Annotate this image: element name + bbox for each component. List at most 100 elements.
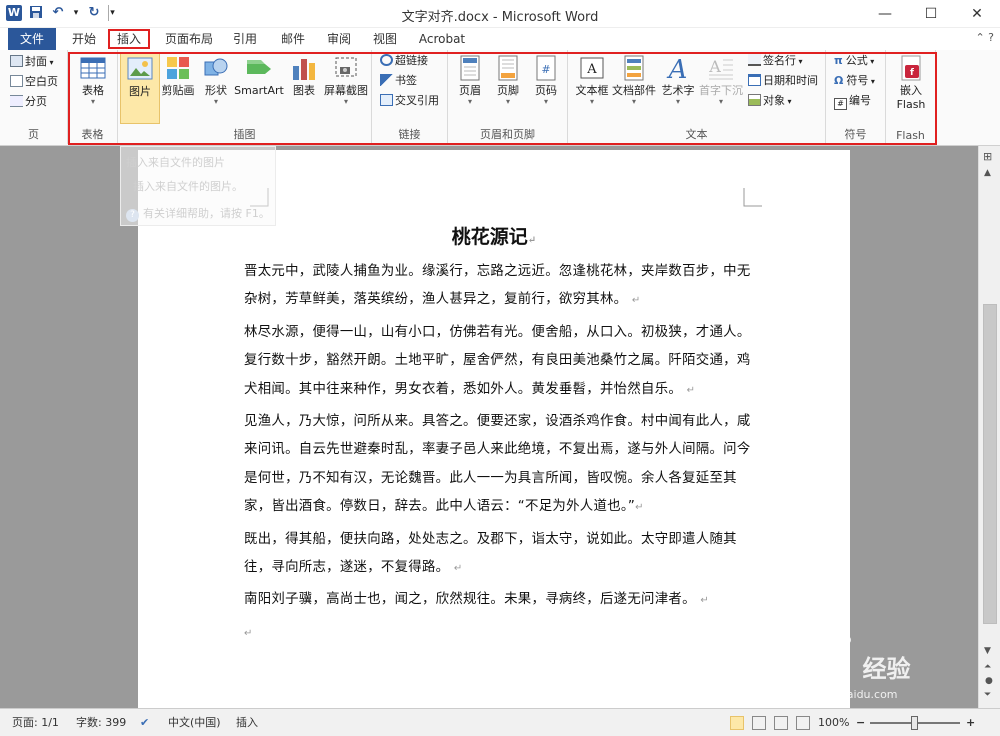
paragraph-3[interactable]: 见渔人，乃大惊，问所从来。具答之。便要还家，设酒杀鸡作食。村中闻有此人，咸来问讯… (244, 408, 754, 523)
page-count[interactable]: 页面: 1/1 (12, 715, 59, 731)
window-controls: — ☐ ✕ (862, 0, 1000, 28)
vertical-scrollbar[interactable]: ⊞ ▲ ▼ ⏶ ● ⏷ (978, 146, 1000, 708)
help-icon: ? (126, 209, 139, 222)
ruler-toggle-icon[interactable]: ⊞ (983, 150, 992, 163)
cover-page-button[interactable]: 封面 ▾ (10, 53, 54, 71)
paragraph-4[interactable]: 既出，得其船，便扶向路，处处志之。及郡下，诣太守，说如此。太守即遣人随其往，寻向… (244, 526, 754, 584)
paragraph-mark-icon: ↵ (700, 595, 710, 607)
tab-file[interactable]: 文件 (8, 28, 56, 50)
screenshot-icon (335, 57, 357, 77)
print-layout-view-icon[interactable] (730, 716, 744, 730)
clipart-button[interactable]: 剪贴画 (158, 54, 198, 98)
pi-icon: π (834, 54, 843, 67)
bookmark-icon (380, 74, 393, 86)
insert-mode[interactable]: 插入 (236, 715, 258, 731)
next-page-icon[interactable]: ⏷ (984, 690, 991, 700)
document-heading[interactable]: 桃花源记↵ (138, 222, 850, 249)
tab-references[interactable]: 引用 (228, 29, 262, 49)
previous-page-icon[interactable]: ⏶ (984, 662, 991, 672)
word-count[interactable]: 字数: 399 (76, 715, 126, 731)
shapes-button[interactable]: 形状 ▾ (196, 54, 236, 106)
number-button[interactable]: # 编号 (834, 92, 871, 110)
chart-button[interactable]: 图表 (284, 54, 324, 98)
ribbon-help-icons[interactable]: ⌃ ? (975, 31, 994, 44)
tab-acrobat[interactable]: Acrobat (414, 29, 470, 49)
wordart-button[interactable]: A 艺术字 ▾ (658, 54, 698, 106)
paragraph-5[interactable]: 南阳刘子骥，高尚士也，闻之，欣然规往。未果，寻病终，后遂无问津者。 ↵ (244, 586, 754, 615)
paragraph-mark-icon: ↵ (631, 295, 641, 307)
date-time-button[interactable]: 日期和时间 (748, 72, 818, 90)
browse-object-icon[interactable]: ● (985, 676, 993, 686)
paragraph-empty[interactable]: ↵ (244, 619, 754, 648)
scroll-up-icon[interactable]: ▲ (984, 168, 991, 178)
paragraph-1[interactable]: 晋太元中，武陵人捕鱼为业。缘溪行，忘路之远近。忽逢桃花林，夹岸数百步，中无杂树，… (244, 258, 754, 316)
signature-line-button[interactable]: 签名行 ▾ (748, 52, 803, 70)
bookmark-button[interactable]: 书签 (380, 72, 417, 90)
drop-cap-button[interactable]: A 首字下沉 ▾ (698, 54, 744, 106)
equation-button[interactable]: π 公式 ▾ (834, 52, 874, 70)
svg-text:#: # (541, 63, 550, 76)
outline-view-icon[interactable] (796, 716, 810, 730)
group-header-footer: 页眉 ▾ 页脚 ▾ # 页码 ▾ 页眉和页脚 (448, 50, 568, 144)
calendar-icon (748, 74, 761, 86)
document-body[interactable]: 晋太元中，武陵人捕鱼为业。缘溪行，忘路之远近。忽逢桃花林，夹岸数百步，中无杂树，… (244, 258, 754, 651)
textbox-icon: A (580, 57, 604, 79)
language[interactable]: 中文(中国) (168, 715, 221, 731)
picture-tooltip: 插入来自文件的图片 插入来自文件的图片。 ? 有关详细帮助，请按 F1。 (120, 146, 276, 226)
omega-icon: Ω (834, 74, 844, 87)
number-icon: # (834, 98, 847, 110)
page-number-icon: # (536, 55, 556, 81)
web-layout-view-icon[interactable] (774, 716, 788, 730)
screenshot-button[interactable]: 屏幕截图 ▾ (322, 54, 370, 106)
tab-mailings[interactable]: 邮件 (276, 29, 310, 49)
quick-parts-icon (624, 55, 644, 81)
full-screen-view-icon[interactable] (752, 716, 766, 730)
ribbon: 封面 ▾ 空白页 分页 页 表格 ▾ 表格 图片 剪贴画 形状 ▾ SmartA… (0, 50, 1000, 146)
smartart-icon (247, 60, 271, 74)
page-break-button[interactable]: 分页 (10, 93, 47, 111)
smartart-button[interactable]: SmartArt (234, 54, 284, 98)
group-label-pages: 页 (28, 128, 39, 141)
zoom-level[interactable]: 100% (818, 715, 849, 731)
group-illustrations: 图片 剪贴画 形状 ▾ SmartArt 图表 屏幕截图 ▾ 插图 (118, 50, 372, 144)
cross-reference-button[interactable]: 交叉引用 (380, 92, 439, 110)
scroll-down-icon[interactable]: ▼ (984, 646, 991, 656)
tab-view[interactable]: 视图 (368, 29, 402, 49)
zoom-out-icon[interactable]: − (856, 715, 865, 731)
paragraph-mark-icon: ↵ (527, 235, 537, 246)
maximize-button[interactable]: ☐ (908, 0, 954, 28)
embed-flash-button[interactable]: f 嵌入 Flash (891, 54, 931, 112)
paragraph-2[interactable]: 林尽水源，便得一山，山有小口，仿佛若有光。便舍船，从口入。初极狭，才通人。复行数… (244, 319, 754, 405)
paragraph-mark-icon: ↵ (244, 627, 253, 639)
group-label-symbols: 符号 (844, 128, 867, 141)
tab-home[interactable]: 开始 (64, 29, 104, 49)
tab-page-layout[interactable]: 页面布局 (160, 29, 218, 49)
close-button[interactable]: ✕ (954, 0, 1000, 28)
zoom-in-icon[interactable]: + (966, 715, 975, 731)
quick-parts-button[interactable]: 文档部件 ▾ (612, 54, 656, 106)
symbol-button[interactable]: Ω 符号 ▾ (834, 72, 875, 90)
tab-insert[interactable]: 插入 (108, 29, 150, 49)
picture-button[interactable]: 图片 (120, 52, 160, 124)
zoom-slider-thumb[interactable] (911, 716, 918, 730)
blank-page-button[interactable]: 空白页 (10, 73, 58, 91)
textbox-button[interactable]: A 文本框 ▾ (572, 54, 612, 106)
signature-line-icon (748, 54, 761, 66)
paragraph-mark-icon: ↵ (635, 502, 644, 514)
table-button[interactable]: 表格 ▾ (73, 54, 113, 106)
document-page[interactable]: 桃花源记↵ 晋太元中，武陵人捕鱼为业。缘溪行，忘路之远近。忽逢桃花林，夹岸数百步… (138, 150, 850, 708)
tooltip-help: ? 有关详细帮助，请按 F1。 (126, 205, 270, 222)
watermark-brand: Bai 经验 (756, 646, 911, 686)
tab-review[interactable]: 审阅 (322, 29, 356, 49)
cross-reference-icon (380, 94, 393, 106)
scrollbar-thumb[interactable] (983, 304, 997, 624)
footer-button[interactable]: 页脚 ▾ (488, 54, 528, 106)
hyperlink-button[interactable]: 超链接 (380, 52, 428, 70)
minimize-button[interactable]: — (862, 0, 908, 28)
group-label-header-footer: 页眉和页脚 (480, 128, 535, 141)
group-text: A 文本框 ▾ 文档部件 ▾ A 艺术字 ▾ A 首字下沉 ▾ 签名行 ▾ 日期和时间 … (568, 50, 826, 144)
header-button[interactable]: 页眉 ▾ (450, 54, 490, 106)
object-button[interactable]: 对象 ▾ (748, 92, 792, 110)
page-number-button[interactable]: # 页码 ▾ (526, 54, 566, 106)
proofing-icon[interactable]: ✔ (140, 715, 149, 731)
